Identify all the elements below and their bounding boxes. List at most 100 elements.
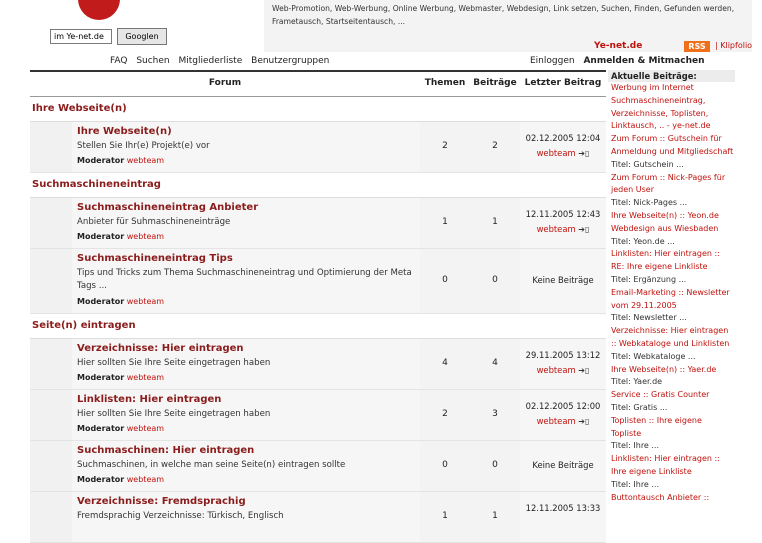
nav-search-link[interactable]: Suchen bbox=[136, 56, 169, 66]
recent-post-title: Titel: Webkataloge ... bbox=[611, 351, 696, 361]
last-post-date: 29.11.2005 13:12 bbox=[525, 350, 601, 360]
posts-count-cell: 4 bbox=[470, 339, 520, 389]
forum-moderator: Moderator webteam bbox=[77, 475, 164, 484]
forum-row: Suchmaschinen: Hier eintragen Suchmaschi… bbox=[30, 441, 606, 492]
last-post-cell: Keine Beiträge bbox=[520, 441, 606, 491]
recent-post-link[interactable]: vom 29.11.2005 bbox=[611, 300, 735, 313]
posts-count: 0 bbox=[492, 460, 498, 470]
forum-title-link[interactable]: Verzeichnisse: Fremdsprachig bbox=[77, 496, 246, 507]
search-input[interactable] bbox=[50, 29, 112, 44]
recent-post-link[interactable]: Email-Marketing :: Newsletter bbox=[611, 287, 735, 300]
forum-title-link[interactable]: Suchmaschinen: Hier eintragen bbox=[77, 445, 254, 456]
view-latest-post-icon[interactable]: ➔▯ bbox=[578, 366, 589, 375]
posts-count-cell: 2 bbox=[470, 122, 520, 172]
forum-title-link[interactable]: Verzeichnisse: Hier eintragen bbox=[77, 343, 244, 354]
view-latest-post-icon[interactable]: ➔▯ bbox=[578, 417, 589, 426]
topics-count-cell: 1 bbox=[420, 198, 470, 248]
last-post-user[interactable]: webteam bbox=[537, 365, 576, 375]
moderator-link[interactable]: webteam bbox=[127, 156, 164, 165]
recent-post-title: Titel: Ihre ... bbox=[611, 479, 660, 489]
recent-post-link[interactable]: Linklisten: Hier eintragen :: bbox=[611, 453, 735, 466]
nav-memberlist-link[interactable]: Mitgliederliste bbox=[179, 56, 243, 66]
last-post-date: 12.11.2005 13:33 bbox=[525, 503, 601, 513]
posts-count: 2 bbox=[492, 141, 498, 151]
recent-post-link[interactable]: Buttontausch Anbieter :: bbox=[611, 492, 735, 505]
posts-count-cell: 0 bbox=[470, 441, 520, 491]
recent-posts-heading: Aktuelle Beiträge: bbox=[608, 70, 735, 82]
posts-count: 3 bbox=[492, 409, 498, 419]
forum-description: Stellen Sie Ihr(e) Projekt(e) vor bbox=[77, 141, 210, 151]
topics-count-cell: 0 bbox=[420, 441, 470, 491]
recent-post-link[interactable]: Webdesign aus Wiesbaden bbox=[611, 223, 735, 236]
last-post-cell: Keine Beiträge bbox=[520, 249, 606, 313]
recent-post-link[interactable]: Linklisten: Hier eintragen :: bbox=[611, 248, 735, 261]
moderator-link[interactable]: webteam bbox=[127, 424, 164, 433]
forum-row: Linklisten: Hier eintragen Hier sollten … bbox=[30, 390, 606, 441]
moderator-link[interactable]: webteam bbox=[127, 475, 164, 484]
last-post-user[interactable]: webteam bbox=[537, 148, 576, 158]
posts-count: 0 bbox=[492, 275, 498, 285]
category-title[interactable]: Suchmaschineneintrag bbox=[32, 179, 161, 190]
column-topics: Themen bbox=[424, 78, 466, 88]
forum-moderator: Moderator webteam bbox=[77, 232, 164, 241]
category-title[interactable]: Seite(n) eintragen bbox=[32, 320, 136, 331]
recent-post-link[interactable]: Ihre Webseite(n) :: Yeon.de bbox=[611, 210, 735, 223]
recent-post-link[interactable]: Topliste bbox=[611, 428, 735, 441]
moderator-link[interactable]: webteam bbox=[127, 297, 164, 306]
recent-post-title: Titel: Nick-Pages ... bbox=[611, 198, 688, 208]
table-header: Forum Themen Beiträge Letzter Beitrag bbox=[30, 70, 606, 97]
recent-post-link[interactable]: Suchmaschineneintrag, bbox=[611, 95, 735, 108]
moderator-link[interactable]: webteam bbox=[127, 232, 164, 241]
recent-post-title: Titel: Newsletter ... bbox=[611, 313, 687, 323]
recent-post-link[interactable]: Zum Forum :: Nick-Pages für bbox=[611, 172, 735, 185]
forum-title-link[interactable]: Linklisten: Hier eintragen bbox=[77, 394, 221, 405]
recent-post-link[interactable]: Verzeichnisse: Hier eintragen bbox=[611, 325, 735, 338]
forum-description: Hier sollten Sie Ihre Seite eingetragen … bbox=[77, 409, 271, 419]
nav-usergroups-link[interactable]: Benutzergruppen bbox=[251, 56, 329, 66]
recent-post-link[interactable]: Anmeldung und Mitgliedschaft bbox=[611, 146, 735, 159]
recent-post-link[interactable]: Toplisten :: Ihre eigene bbox=[611, 415, 735, 428]
last-post-user[interactable]: webteam bbox=[537, 416, 576, 426]
last-post-cell: 02.12.2005 12:04 webteam ➔▯ bbox=[520, 122, 606, 172]
last-post-cell: 12.11.2005 13:33 bbox=[520, 492, 606, 542]
moderator-label: Moderator bbox=[77, 156, 125, 165]
nav-faq-link[interactable]: FAQ bbox=[110, 56, 127, 66]
nav-login-link[interactable]: Einloggen bbox=[530, 56, 575, 66]
last-post-date: 12.11.2005 12:43 bbox=[525, 209, 601, 219]
category-title[interactable]: Ihre Webseite(n) bbox=[32, 103, 127, 114]
nav-register-link[interactable]: Anmelden & Mitmachen bbox=[583, 56, 704, 66]
recent-post-link[interactable]: Linktausch, .. - ye-net.de bbox=[611, 120, 735, 133]
recent-post-link[interactable]: Ihre eigene Linkliste bbox=[611, 466, 735, 479]
site-home-link[interactable]: Ye-net.de bbox=[594, 41, 642, 51]
moderator-label: Moderator bbox=[77, 373, 125, 382]
topics-count: 2 bbox=[442, 409, 448, 419]
forum-title-link[interactable]: Suchmaschineneintrag Tips bbox=[77, 253, 233, 264]
rss-icon[interactable]: RSS bbox=[684, 41, 710, 52]
topics-count: 4 bbox=[442, 358, 448, 368]
forum-status-icon bbox=[30, 198, 72, 248]
recent-post-title: Titel: Ergänzung ... bbox=[611, 274, 687, 284]
forum-moderator: Moderator webteam bbox=[77, 156, 164, 165]
view-latest-post-icon[interactable]: ➔▯ bbox=[578, 225, 589, 234]
moderator-link[interactable]: webteam bbox=[127, 373, 164, 382]
forum-row: Verzeichnisse: Hier eintragen Hier sollt… bbox=[30, 339, 606, 390]
site-logo[interactable] bbox=[78, 0, 120, 20]
last-post-user[interactable]: webteam bbox=[537, 224, 576, 234]
recent-post-link[interactable]: jeden User bbox=[611, 184, 735, 197]
forum-status-icon bbox=[30, 249, 72, 313]
forum-title-link[interactable]: Ihre Webseite(n) bbox=[77, 126, 172, 137]
recent-post-link[interactable]: Werbung im Internet bbox=[611, 82, 735, 95]
recent-post-link[interactable]: Ihre Webseite(n) :: Yaer.de bbox=[611, 364, 735, 377]
recent-post-link[interactable]: Verzeichnisse, Toplisten, bbox=[611, 108, 735, 121]
recent-post-link[interactable]: Service :: Gratis Counter bbox=[611, 389, 735, 402]
moderator-label: Moderator bbox=[77, 475, 125, 484]
search-button[interactable]: Googlen bbox=[117, 28, 167, 45]
view-latest-post-icon[interactable]: ➔▯ bbox=[578, 149, 589, 158]
forum-title-link[interactable]: Suchmaschineneintrag Anbieter bbox=[77, 202, 258, 213]
klipfolio-link[interactable]: | Klipfolio bbox=[715, 41, 752, 50]
recent-post-link[interactable]: RE: Ihre eigene Linkliste bbox=[611, 261, 735, 274]
recent-post-link[interactable]: :: Webkataloge und Linklisten bbox=[611, 338, 735, 351]
recent-post-link[interactable]: Zum Forum :: Gutschein für bbox=[611, 133, 735, 146]
forum-moderator: Moderator webteam bbox=[77, 297, 164, 306]
forum-status-icon bbox=[30, 339, 72, 389]
